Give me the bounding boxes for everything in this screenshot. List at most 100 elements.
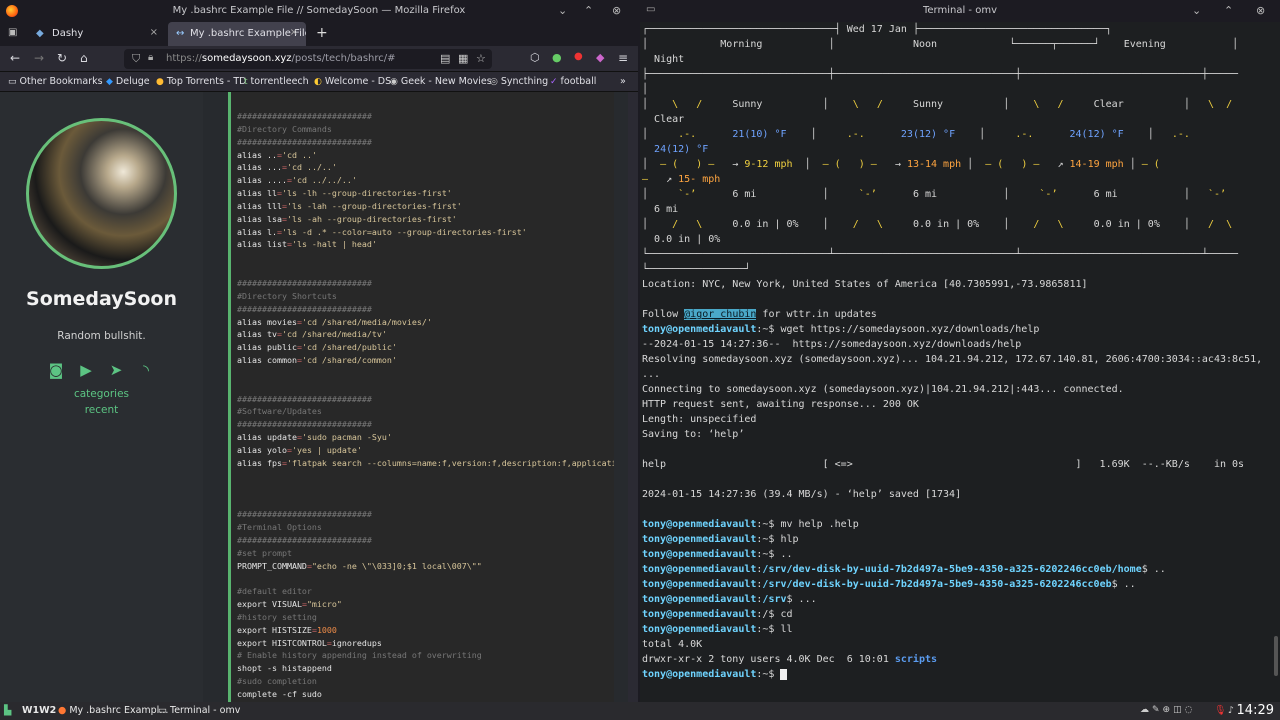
period-morning: Morning: [720, 39, 763, 50]
url-bar[interactable]: ⛉ 🔒︎ https://somedaysoon.xyz/posts/tech/…: [124, 49, 492, 69]
reader-view-icon[interactable]: ▤: [440, 52, 450, 65]
follow-prefix: Follow: [642, 309, 685, 320]
extensions-icon[interactable]: ⬡: [530, 51, 540, 64]
dashy-favicon-icon: ◆: [36, 28, 44, 39]
precip-noon: 0.0 in | 0%: [912, 219, 980, 230]
football-icon: ✓: [550, 77, 558, 87]
forward-icon[interactable]: →: [34, 51, 44, 65]
workspace-switcher[interactable]: W1W2: [22, 705, 56, 716]
temp-noon: 23(12) °F: [900, 129, 956, 140]
cond-evening: Clear: [1093, 99, 1124, 110]
bashrc-code: ########################### #Directory C…: [237, 111, 614, 702]
terminal-output[interactable]: ┌───────────────────────────────┤ Wed 17…: [642, 22, 1272, 682]
menu-logo-icon[interactable]: ▙: [4, 705, 11, 716]
task-firefox[interactable]: ● My .bashrc Exampl...: [58, 705, 168, 716]
maximize-icon[interactable]: ⌃: [584, 4, 593, 17]
bookmarks-toolbar: ▭ Other Bookmarks ◆ Deluge ● Top Torrents -…: [0, 72, 638, 92]
nav-recent[interactable]: recent: [0, 404, 203, 416]
shield-icon[interactable]: ⛉: [132, 52, 140, 66]
bookmark-top-torrents[interactable]: ● Top Torrents - TD: [156, 76, 246, 87]
volume-icon[interactable]: ♪: [1228, 705, 1234, 716]
minimize-icon[interactable]: ⌄: [558, 4, 567, 17]
bookmark-syncthing[interactable]: ◎ Syncthing: [490, 76, 548, 87]
new-tab-button[interactable]: +: [316, 25, 328, 41]
page-scrollbar[interactable]: [628, 92, 638, 702]
bookmark-geek[interactable]: ◉ Geek - New Movies: [390, 76, 492, 87]
extension-green-icon[interactable]: ●: [552, 51, 562, 64]
tab-close-icon[interactable]: ×: [290, 27, 298, 38]
cond-night: Clear: [654, 114, 685, 125]
bookmark-other[interactable]: ▭ Other Bookmarks: [8, 76, 103, 87]
vis-noon: 6 mi: [912, 189, 938, 200]
bookmark-torrentleech[interactable]: t torrentleech: [244, 76, 309, 87]
wind-night: 15- mph: [678, 174, 721, 185]
menu-icon[interactable]: ≡: [618, 51, 628, 65]
maximize-icon[interactable]: ⌃: [1224, 4, 1233, 17]
weather-date: Wed 17 Jan: [846, 24, 907, 35]
back-icon[interactable]: ←: [10, 51, 20, 65]
url-scheme: https://: [166, 53, 202, 64]
youtube-icon[interactable]: ▶: [76, 360, 96, 380]
close-icon[interactable]: ⊗: [612, 4, 621, 17]
terminal-task-icon: ▭: [158, 705, 167, 716]
site-favicon-icon: ↔: [176, 28, 185, 39]
terminal-scrollbar[interactable]: [1274, 636, 1278, 676]
firefox-titlebar: My .bashrc Example File // SomedaySoon —…: [0, 0, 638, 22]
precip-night: 0.0 in | 0%: [654, 234, 721, 245]
wind-evening: 14-19 mph: [1069, 159, 1124, 170]
lock-icon[interactable]: 🔒︎: [148, 52, 153, 63]
instagram-icon[interactable]: ◙: [46, 360, 66, 380]
cond-morning: Sunny: [732, 99, 763, 110]
url-host: somedaysoon.xyz: [201, 53, 292, 64]
clock[interactable]: 14:29: [1237, 703, 1274, 718]
follow-handle-link[interactable]: @igor_chubin: [684, 309, 757, 320]
rss-icon[interactable]: ◝: [136, 360, 156, 380]
vis-morning: 6 mi: [732, 189, 757, 200]
tab-dashy[interactable]: ◆ Dashy ×: [16, 22, 166, 46]
tab-label: My .bashrc Example File //: [190, 28, 306, 39]
tab-close-icon[interactable]: ×: [150, 27, 158, 38]
tray-icons[interactable]: ☁✎⊕◫◌: [1140, 705, 1195, 715]
folder-icon: ▭: [8, 77, 17, 87]
reload-icon[interactable]: ↻: [57, 51, 67, 65]
geek-icon: ◉: [390, 77, 398, 87]
tab-strip: ▣ ◆ Dashy × ↔ My .bashrc Example File //…: [0, 22, 638, 46]
window-title: My .bashrc Example File // SomedaySoon —…: [172, 5, 466, 16]
home-icon[interactable]: ⌂: [80, 51, 88, 65]
tab-bashrc[interactable]: ↔ My .bashrc Example File // ×: [168, 22, 306, 46]
cond-noon: Sunny: [912, 99, 944, 110]
telegram-icon[interactable]: ➤: [106, 360, 126, 380]
tl-icon: t: [244, 77, 248, 87]
qr-code-icon[interactable]: ▦: [458, 52, 468, 65]
code-block: ########################### #Directory C…: [228, 92, 614, 702]
site-description: Random bullshit.: [57, 330, 146, 342]
bookmark-star-icon[interactable]: ☆: [476, 52, 486, 65]
td-icon: ●: [156, 77, 164, 87]
extension-red-icon[interactable]: ●: [574, 51, 583, 62]
firefox-window: My .bashrc Example File // SomedaySoon —…: [0, 0, 638, 702]
terminal-title: Terminal - omv: [922, 5, 997, 16]
extension-purple-icon[interactable]: ◆: [596, 51, 604, 64]
nav-categories[interactable]: categories: [0, 388, 203, 400]
vis-night: 6 mi: [654, 204, 679, 215]
close-icon[interactable]: ⊗: [1256, 4, 1265, 17]
page-content: SomedaySoon Random bullshit. ◙ ▶ ➤ ◝ cat…: [0, 92, 638, 702]
avatar: [26, 118, 177, 269]
precip-morning: 0.0 in | 0%: [732, 219, 799, 230]
task-terminal[interactable]: ▭ Terminal - omv: [158, 705, 240, 716]
temp-evening: 24(12) °F: [1069, 129, 1124, 140]
syncthing-icon: ◎: [490, 77, 498, 87]
microphone-icon[interactable]: 🎙︎: [1214, 705, 1226, 716]
period-evening: Evening: [1123, 39, 1166, 50]
bookmark-welcome-ds[interactable]: ◐ Welcome - DS: [314, 76, 391, 87]
site-name[interactable]: SomedaySoon: [0, 288, 203, 310]
bookmark-football[interactable]: ✓ football: [550, 76, 596, 87]
vis-evening: 6 mi: [1093, 189, 1118, 200]
bookmarks-overflow-icon[interactable]: »: [620, 76, 626, 87]
follow-suffix: for wttr.in updates: [756, 309, 877, 320]
navigation-toolbar: ← → ↻ ⌂ ⛉ 🔒︎ https://somedaysoon.xyz/pos…: [0, 46, 638, 72]
blog-sidebar: SomedaySoon Random bullshit. ◙ ▶ ➤ ◝ cat…: [0, 92, 203, 702]
deluge-icon: ◆: [106, 77, 113, 87]
bookmark-deluge[interactable]: ◆ Deluge: [106, 76, 150, 87]
minimize-icon[interactable]: ⌄: [1192, 4, 1201, 17]
